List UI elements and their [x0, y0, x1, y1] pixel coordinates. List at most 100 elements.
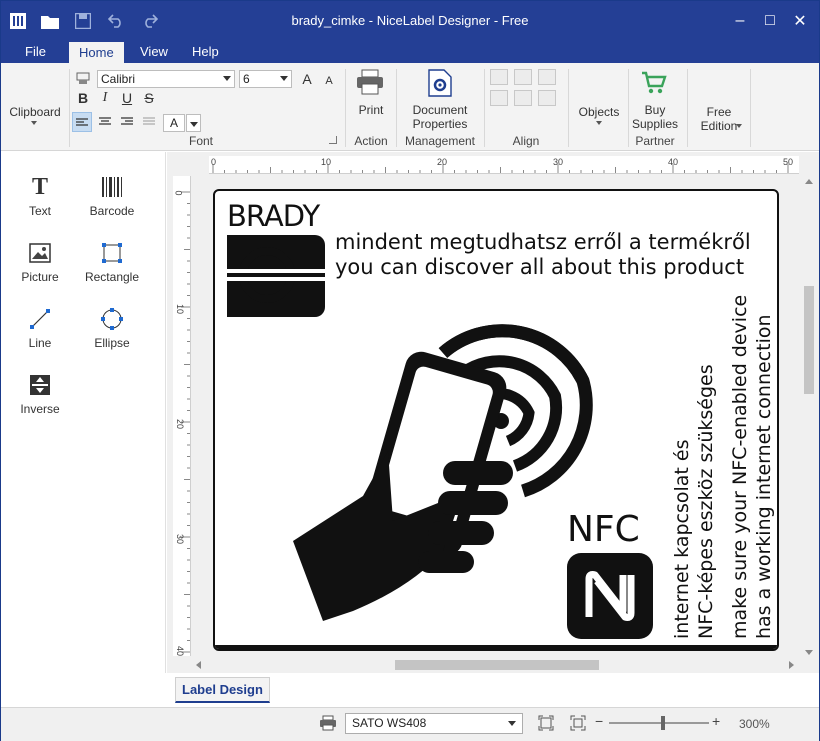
font-family-value: Calibri: [101, 72, 136, 86]
document-properties-button[interactable]: Document Properties: [401, 103, 479, 131]
fit-width-icon[interactable]: [570, 715, 586, 734]
print-button[interactable]: Print: [349, 103, 393, 117]
align-right-text-icon[interactable]: [117, 112, 137, 132]
italic-button[interactable]: I: [95, 88, 115, 108]
justify-text-icon[interactable]: [139, 112, 159, 132]
printer-icon[interactable]: [319, 715, 337, 734]
ribbon-separator: [396, 69, 397, 147]
font-color-button[interactable]: A: [163, 114, 185, 132]
scroll-right-icon[interactable]: [789, 661, 794, 669]
ruler-label: 30: [175, 533, 186, 545]
vertical-text-english-1[interactable]: make sure your NFC-enabled device: [729, 295, 751, 639]
underline-button[interactable]: U: [117, 88, 137, 108]
nfc-phone-hand-icon[interactable]: [293, 301, 593, 624]
zoom-slider-track[interactable]: [609, 722, 709, 724]
scroll-down-icon[interactable]: [805, 650, 813, 655]
align-center-icon[interactable]: [514, 69, 532, 85]
tool-barcode[interactable]: Barcode: [77, 174, 147, 218]
tool-inverse[interactable]: Inverse: [5, 372, 75, 416]
tab-file[interactable]: File: [15, 41, 56, 63]
nfc-logo-icon[interactable]: [567, 553, 653, 642]
horizontal-scroll-thumb[interactable]: [395, 660, 599, 670]
cart-icon[interactable]: [641, 71, 667, 98]
tool-ellipse-label: Ellipse: [94, 336, 130, 350]
tool-picture[interactable]: Picture: [5, 240, 75, 284]
barcode-icon: [77, 174, 147, 200]
free-edition-button[interactable]: Free Edition: [691, 105, 747, 133]
scroll-left-icon[interactable]: [196, 661, 201, 669]
label-canvas[interactable]: BRADY mindent megtudhatsz erről a termék…: [213, 189, 779, 651]
font-color-dropdown[interactable]: [186, 114, 201, 132]
zoom-in-button[interactable]: +: [712, 713, 720, 729]
shrink-font-icon[interactable]: A: [319, 71, 339, 91]
clipboard-chevron-icon: [31, 121, 37, 125]
vertical-text-hungarian-1[interactable]: internet kapcsolat és: [671, 440, 693, 640]
inverse-icon: [5, 372, 75, 398]
ruler-label: 40: [668, 157, 679, 167]
bold-button[interactable]: B: [73, 88, 93, 108]
text-style-icon[interactable]: [75, 71, 91, 88]
text-icon: T: [31, 173, 48, 200]
tool-text[interactable]: T Text: [5, 173, 75, 219]
maximize-button[interactable]: □: [755, 9, 785, 33]
document-properties-label-1: Document: [412, 103, 468, 117]
font-size-select[interactable]: 6: [239, 70, 292, 88]
tool-picture-label: Picture: [21, 270, 59, 284]
chevron-down-icon: [190, 122, 198, 127]
align-center-text-icon[interactable]: [95, 112, 115, 132]
zoom-slider-thumb[interactable]: [661, 716, 665, 730]
buy-supplies-button[interactable]: Buy Supplies: [629, 103, 681, 131]
ribbon-separator: [345, 69, 346, 147]
ruler-label: 10: [321, 157, 332, 167]
tool-barcode-label: Barcode: [89, 204, 135, 218]
align-left-text-icon[interactable]: [72, 112, 92, 132]
vertical-ruler: 0 10 20 30 40: [173, 176, 191, 656]
printer-icon[interactable]: [356, 69, 384, 98]
picture-icon: [5, 240, 75, 266]
minimize-button[interactable]: –: [725, 9, 755, 33]
align-middle-icon[interactable]: [514, 90, 532, 106]
label-text-english[interactable]: you can discover all about this product: [335, 255, 744, 279]
tool-rectangle[interactable]: Rectangle: [77, 240, 147, 284]
brand-logo-text[interactable]: BRADY: [227, 199, 320, 233]
ruler-label: 50: [783, 157, 794, 167]
vertical-text-hungarian-2[interactable]: NFC-képes eszköz szükséges: [695, 364, 717, 639]
close-button[interactable]: ✕: [785, 9, 815, 33]
tab-label-design[interactable]: Label Design: [175, 677, 270, 703]
buy-supplies-label-2: Supplies: [631, 117, 679, 131]
tab-help[interactable]: Help: [182, 41, 229, 63]
printer-select[interactable]: SATO WS408: [345, 713, 523, 734]
rectangle-icon: [77, 240, 147, 266]
scroll-up-icon[interactable]: [805, 179, 813, 184]
strikethrough-button[interactable]: S: [139, 88, 159, 108]
label-text-hungarian[interactable]: mindent megtudhatsz erről a termékről: [335, 230, 751, 254]
ruler-label: 0: [211, 157, 217, 167]
buy-supplies-label-1: Buy: [644, 103, 666, 117]
tool-line[interactable]: Line: [5, 306, 75, 350]
objects-button[interactable]: Objects: [573, 105, 625, 119]
tab-view[interactable]: View: [130, 41, 178, 63]
tool-rectangle-label: Rectangle: [84, 270, 140, 284]
align-right-icon[interactable]: [538, 69, 556, 85]
ruler-label: 30: [553, 157, 564, 167]
grow-font-icon[interactable]: A: [297, 69, 317, 89]
vertical-scrollbar[interactable]: [801, 176, 817, 659]
vertical-scroll-thumb[interactable]: [804, 286, 814, 394]
align-bottom-icon[interactable]: [538, 90, 556, 106]
fit-page-icon[interactable]: [538, 715, 554, 734]
tool-ellipse[interactable]: Ellipse: [77, 306, 147, 350]
vertical-text-english-2[interactable]: has a working internet connection: [753, 314, 775, 639]
document-properties-icon[interactable]: [428, 69, 452, 100]
action-group-label: Action: [354, 134, 388, 148]
tab-home[interactable]: Home: [69, 41, 124, 63]
clipboard-button[interactable]: Clipboard: [5, 105, 65, 119]
font-group-label: Font: [188, 134, 213, 148]
align-left-icon[interactable]: [490, 69, 508, 85]
ribbon-separator: [69, 69, 70, 147]
nfc-text[interactable]: NFC: [567, 509, 640, 550]
zoom-out-button[interactable]: −: [595, 713, 603, 729]
label-bottom-bar[interactable]: [215, 645, 777, 649]
align-top-icon[interactable]: [490, 90, 508, 106]
font-family-select[interactable]: Calibri: [97, 70, 235, 88]
font-dialog-launcher-icon[interactable]: [329, 136, 337, 144]
